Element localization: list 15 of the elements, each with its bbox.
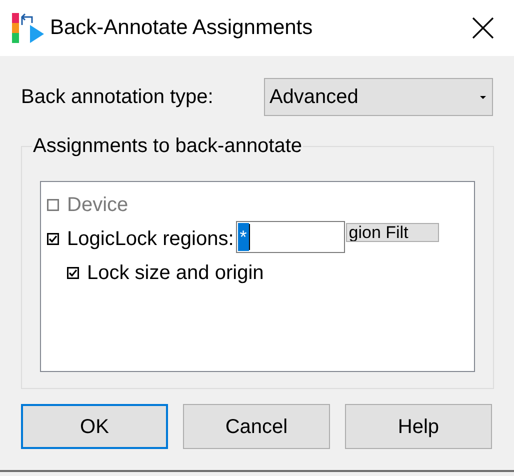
dialog-button[interactable]: Help xyxy=(345,404,492,449)
annotation-type-dropdown[interactable]: Advanced xyxy=(264,78,493,116)
dialog-button[interactable]: OK xyxy=(21,404,168,449)
regions-input-field[interactable]: * xyxy=(236,221,345,253)
close-icon[interactable] xyxy=(472,17,494,39)
checkbox[interactable] xyxy=(67,267,79,279)
app-logo-icon xyxy=(12,13,44,43)
window-title: Back-Annotate Assignments xyxy=(50,15,313,42)
checkbox-label: Device xyxy=(67,193,128,218)
dialog-button[interactable]: Cancel xyxy=(183,404,330,449)
field-label: Back annotation type: xyxy=(21,85,214,110)
dropdown-arrow-icon xyxy=(480,96,486,98)
checkbox[interactable] xyxy=(47,233,59,245)
checkbox-label: Lock size and origin xyxy=(87,261,264,286)
checkbox-label: LogicLock regions: xyxy=(67,227,234,252)
